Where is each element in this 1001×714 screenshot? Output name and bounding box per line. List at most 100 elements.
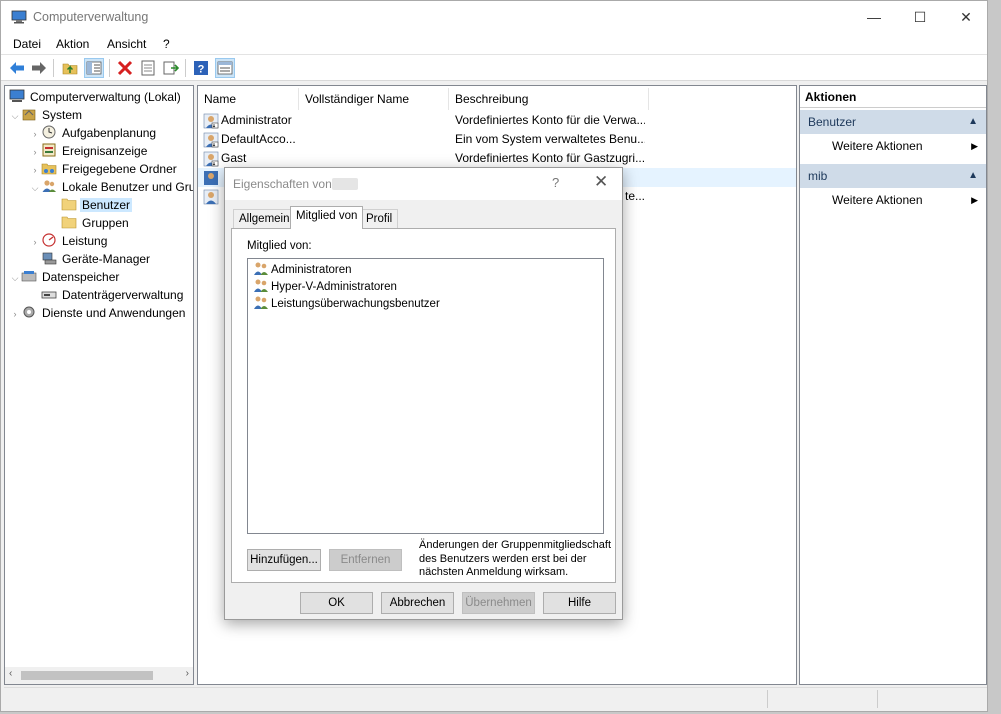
tree-item-datentraeger[interactable]: Datenträgerverwaltung	[41, 286, 185, 304]
chevron-down-icon[interactable]: ⌵	[9, 269, 21, 287]
menu-ansicht[interactable]: Ansicht	[107, 37, 146, 51]
folder-icon	[61, 198, 77, 211]
event-viewer-icon	[42, 143, 56, 157]
user-icon	[203, 113, 219, 129]
ok-button[interactable]: OK	[300, 592, 373, 614]
dialog-title-bar: Eigenschaften von ? ✕	[225, 168, 622, 200]
scroll-left-icon[interactable]: ‹	[9, 668, 12, 679]
group-icon	[254, 262, 268, 275]
action-weitere-aktionen[interactable]: Weitere Aktionen ▶	[800, 135, 986, 157]
add-button[interactable]: Hinzufügen...	[247, 549, 321, 571]
console-tree: Computerverwaltung (Lokal) ⌵ System › Aufg…	[4, 85, 194, 685]
table-row[interactable]: Administrator Vordefiniertes Konto für d…	[198, 111, 796, 130]
main-window: Computerverwaltung — ☐ ✕ Datei Aktion An…	[0, 0, 988, 712]
chevron-right-icon[interactable]: ›	[29, 143, 41, 161]
chevron-down-icon[interactable]: ⌵	[29, 179, 41, 197]
computer-management-icon	[9, 89, 25, 102]
menu-datei[interactable]: Datei	[13, 37, 41, 51]
list-item[interactable]: Leistungsüberwachungsbenutzer	[253, 295, 440, 312]
dialog-close-button[interactable]: ✕	[594, 172, 608, 192]
users-groups-icon	[42, 180, 56, 192]
tree-item-freigegebene-ordner[interactable]: › Freigegebene Ordner	[29, 160, 179, 178]
table-row[interactable]: Gast Vordefiniertes Konto für Gastzugri.…	[198, 149, 796, 168]
computer-management-icon	[11, 10, 27, 24]
properties-icon[interactable]	[138, 58, 158, 78]
tree-item-gruppen[interactable]: Gruppen	[61, 214, 131, 232]
apply-button[interactable]: Übernehmen	[462, 592, 535, 614]
tree-item-benutzer[interactable]: Benutzer	[61, 196, 133, 214]
tree-item-leistung[interactable]: › Leistung	[29, 232, 109, 250]
tree-horizontal-scrollbar[interactable]: ‹ ›	[5, 667, 193, 684]
minimize-button[interactable]: —	[851, 1, 897, 33]
column-header-name[interactable]: Name	[198, 88, 299, 110]
tab-page-mitglied-von: Mitglied von: Administratoren Hyper-V-Ad…	[231, 228, 616, 583]
collapse-icon[interactable]: ▲	[968, 110, 978, 134]
window-title: Computerverwaltung	[33, 10, 149, 24]
chevron-down-icon[interactable]: ⌵	[9, 107, 21, 125]
list-item[interactable]: Hyper-V-Administratoren	[253, 278, 397, 295]
back-icon[interactable]	[7, 58, 27, 78]
show-tree-icon[interactable]	[84, 58, 104, 78]
action-weitere-aktionen[interactable]: Weitere Aktionen ▶	[800, 189, 986, 211]
tree-item-lokale-benutzer[interactable]: ⌵ Lokale Benutzer und Gru	[29, 178, 193, 197]
user-icon	[203, 132, 219, 148]
tree-item-system[interactable]: ⌵ System	[9, 106, 84, 124]
collapse-icon[interactable]: ▲	[968, 164, 978, 188]
maximize-button[interactable]: ☐	[897, 1, 943, 33]
svg-text:?: ?	[198, 64, 205, 76]
user-icon	[204, 171, 218, 185]
folder-icon	[61, 216, 77, 229]
dialog-title: Eigenschaften von	[233, 177, 332, 191]
properties-dialog: Eigenschaften von ? ✕ Allgemein Mitglied…	[224, 167, 623, 620]
chevron-right-icon[interactable]: ›	[29, 125, 41, 143]
scroll-right-icon[interactable]: ›	[186, 668, 189, 679]
actions-section-benutzer[interactable]: Benutzer ▲	[800, 110, 986, 134]
column-header-description[interactable]: Beschreibung	[449, 88, 649, 110]
actions-pane: Aktionen Benutzer ▲ Weitere Aktionen ▶ m…	[799, 85, 987, 685]
delete-icon[interactable]	[115, 58, 135, 78]
table-row[interactable]: DefaultAcco... Ein vom System verwaltete…	[198, 130, 796, 149]
tree-item-geraete-manager[interactable]: Geräte-Manager	[41, 250, 152, 268]
scroll-thumb[interactable]	[21, 671, 153, 680]
dialog-help-button[interactable]: ?	[552, 175, 559, 190]
system-tools-icon	[22, 109, 36, 121]
status-bar	[4, 687, 987, 709]
tree-item-aufgabenplanung[interactable]: › Aufgabenplanung	[29, 124, 158, 142]
column-header-fullname[interactable]: Vollständiger Name	[299, 88, 449, 110]
help-button[interactable]: Hilfe	[543, 592, 616, 614]
tab-allgemein[interactable]: Allgemein	[233, 209, 296, 229]
title-bar: Computerverwaltung — ☐ ✕	[1, 1, 987, 33]
list-item[interactable]: Administratoren	[253, 261, 352, 278]
chevron-right-icon[interactable]: ›	[29, 233, 41, 251]
cancel-button[interactable]: Abbrechen	[381, 592, 454, 614]
tree-item-root[interactable]: Computerverwaltung (Lokal)	[9, 88, 183, 106]
up-folder-icon[interactable]	[60, 58, 80, 78]
view-icon[interactable]	[215, 58, 235, 78]
help-icon[interactable]: ?	[191, 58, 211, 78]
chevron-right-icon[interactable]: ›	[29, 161, 41, 179]
shared-folder-icon	[41, 163, 57, 175]
remove-button[interactable]: Entfernen	[329, 549, 402, 571]
group-list[interactable]: Administratoren Hyper-V-Administratoren …	[247, 258, 604, 534]
forward-icon[interactable]	[29, 58, 49, 78]
clock-icon	[42, 125, 56, 139]
tab-mitglied-von[interactable]: Mitglied von	[290, 206, 364, 229]
close-button[interactable]: ✕	[943, 1, 989, 33]
member-of-label: Mitglied von:	[247, 240, 312, 252]
user-icon	[203, 189, 219, 205]
tree-item-ereignisanzeige[interactable]: › Ereignisanzeige	[29, 142, 149, 160]
membership-note: Änderungen der Gruppenmitgliedschaft des…	[419, 539, 612, 578]
tab-profil[interactable]: Profil	[360, 209, 399, 229]
export-icon[interactable]	[161, 58, 181, 78]
actions-section-user[interactable]: mib ▲	[800, 164, 986, 188]
menu-help[interactable]: ?	[163, 37, 170, 51]
group-icon	[254, 279, 268, 292]
user-icon	[203, 151, 219, 167]
tree-item-datenspeicher[interactable]: ⌵ Datenspeicher	[9, 268, 121, 286]
tree-item-dienste[interactable]: › Dienste und Anwendungen	[9, 304, 187, 322]
toolbar: ?	[1, 55, 987, 81]
menu-aktion[interactable]: Aktion	[56, 37, 89, 51]
submenu-arrow-icon: ▶	[971, 141, 978, 151]
redacted-username	[332, 178, 358, 190]
chevron-right-icon[interactable]: ›	[9, 305, 21, 323]
